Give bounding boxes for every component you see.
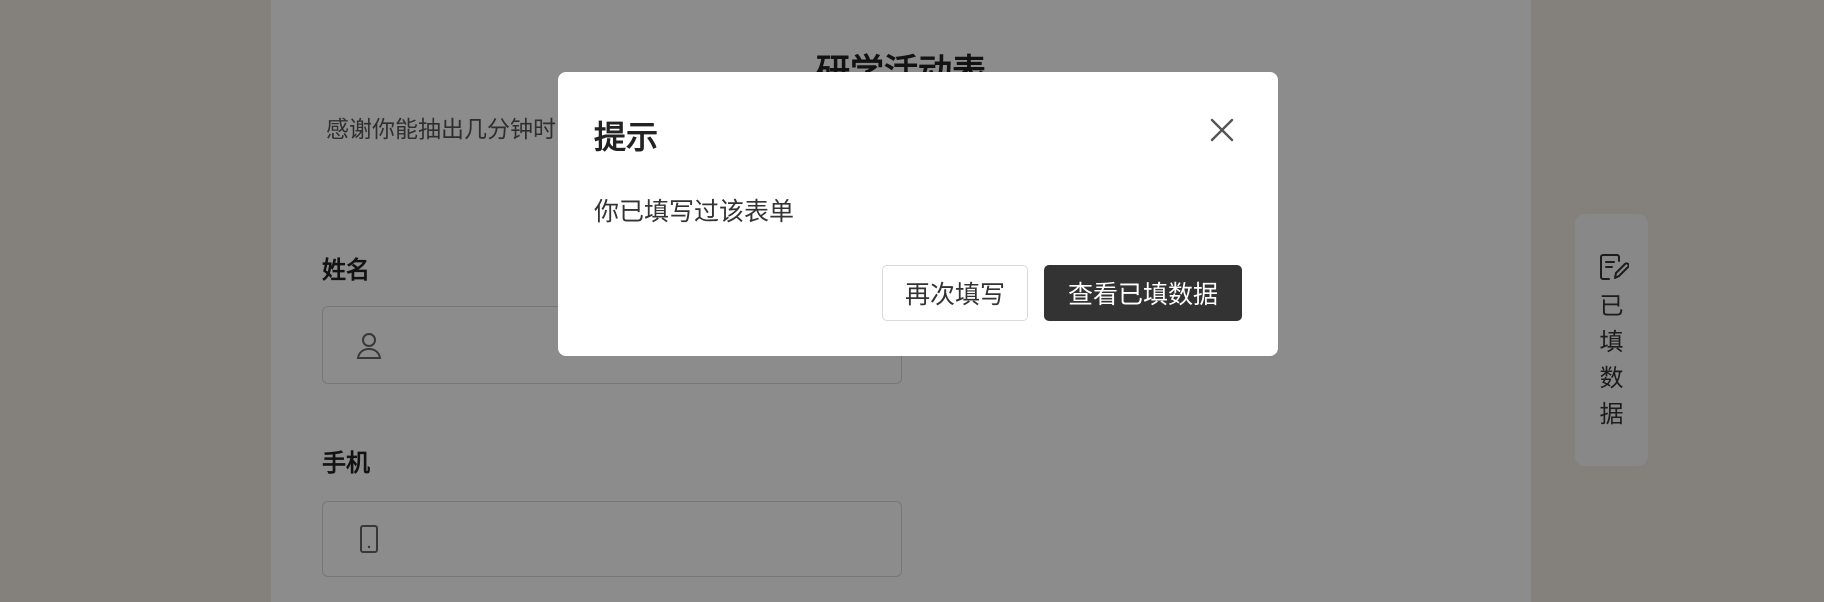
refill-button[interactable]: 再次填写 bbox=[882, 265, 1028, 321]
notice-dialog: 提示 你已填写过该表单 再次填写 查看已填数据 bbox=[558, 72, 1278, 356]
close-button[interactable] bbox=[1204, 112, 1240, 148]
close-icon bbox=[1210, 118, 1234, 142]
dialog-title: 提示 bbox=[594, 118, 659, 156]
dialog-message: 你已填写过该表单 bbox=[594, 197, 795, 226]
view-filled-data-button[interactable]: 查看已填数据 bbox=[1044, 265, 1242, 321]
